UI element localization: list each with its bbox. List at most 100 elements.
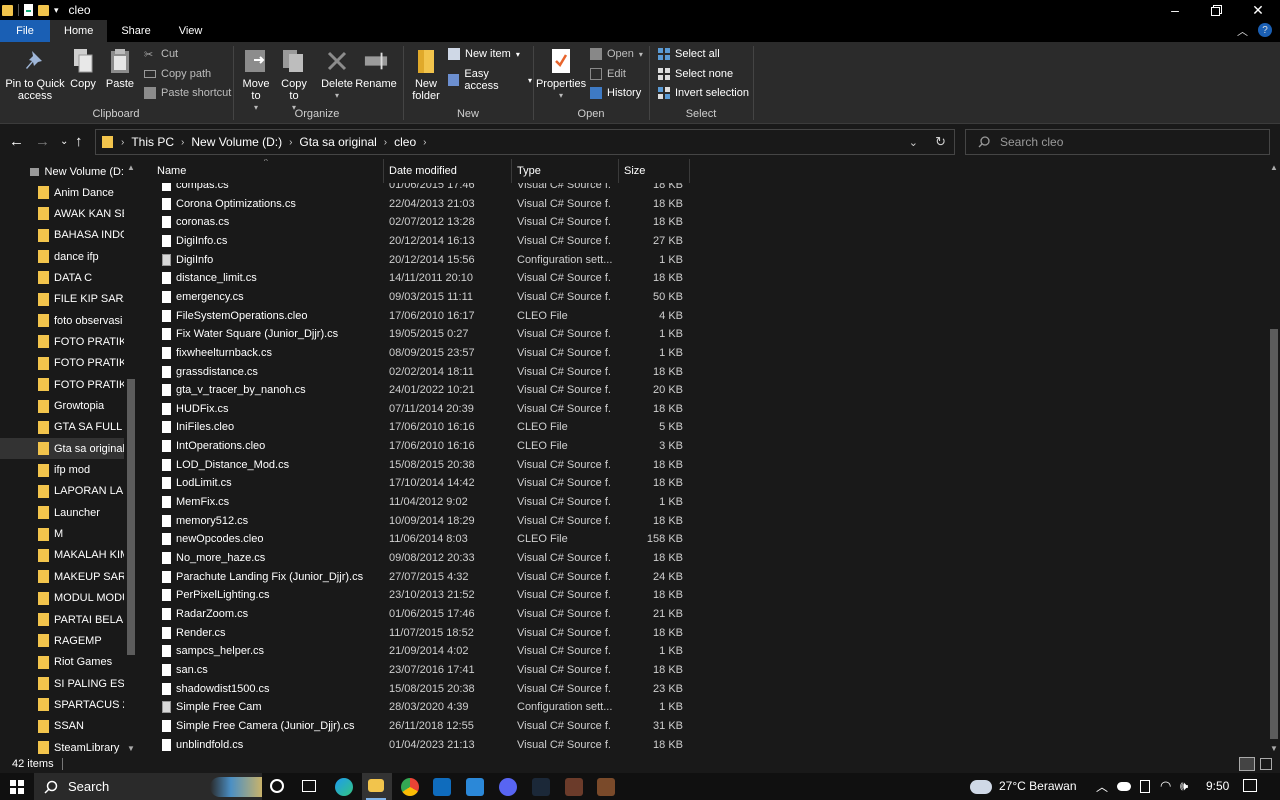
file-row[interactable]: HUDFix.cs 07/11/2014 20:39 Visual C# Sourc… <box>140 400 1260 419</box>
edge-icon[interactable] <box>335 778 353 796</box>
nav-folder-item[interactable]: Riot Games <box>0 652 124 673</box>
file-row[interactable]: Simple Free Camera (Junior_Djjr).cs 26/11… <box>140 717 1260 736</box>
file-row[interactable]: distance_limit.cs 14/11/2011 20:10 Visual … <box>140 269 1260 288</box>
file-row[interactable]: Corona Optimizations.cs 22/04/2013 21:03 V… <box>140 195 1260 214</box>
steam-icon[interactable] <box>532 778 550 796</box>
tab-file[interactable]: File <box>0 20 50 42</box>
start-icon[interactable] <box>10 780 24 794</box>
column-divider[interactable] <box>511 159 512 183</box>
file-row[interactable]: newOpcodes.cleo 11/06/2014 8:03 CLEO File 1… <box>140 530 1260 549</box>
chevron-up-icon[interactable]: ︿ <box>1096 778 1108 795</box>
notifications-icon[interactable] <box>1243 779 1257 792</box>
new-folder-button[interactable]: New folder <box>408 48 444 102</box>
file-row[interactable]: sampcs_helper.cs 21/09/2014 4:02 Visual C#… <box>140 642 1260 661</box>
file-row[interactable]: IntOperations.cleo 17/06/2010 16:16 CLEO F… <box>140 437 1260 456</box>
file-row[interactable]: Render.cs 11/07/2015 18:52 Visual C# Sourc… <box>140 624 1260 643</box>
clock[interactable]: 9:50 <box>1206 779 1229 793</box>
file-row[interactable]: DigiInfo.cs 20/12/2014 16:13 Visual C# Sou… <box>140 232 1260 251</box>
nav-folder-item[interactable]: SI PALING ESTE <box>0 673 124 694</box>
tab-home[interactable]: Home <box>50 20 108 42</box>
forward-arrow-icon[interactable]: → <box>35 133 50 150</box>
file-row[interactable]: compas.cs 01/06/2015 17:46 Visual C# Sourc… <box>140 183 1260 195</box>
help-icon[interactable]: ? <box>1258 23 1272 37</box>
nav-folder-item[interactable]: MAKALAH KIM <box>0 545 124 566</box>
file-row[interactable]: RadarZoom.cs 01/06/2015 17:46 Visual C# So… <box>140 605 1260 624</box>
file-row[interactable]: LodLimit.cs 17/10/2014 14:42 Visual C# Sou… <box>140 474 1260 493</box>
file-row[interactable]: grassdistance.cs 02/02/2014 18:11 Visual C… <box>140 363 1260 382</box>
delete-button[interactable]: Delete ▾ <box>320 48 354 102</box>
scroll-up-icon[interactable]: ▲ <box>127 163 135 172</box>
column-size[interactable]: Size <box>624 165 645 177</box>
volume-icon[interactable]: 🕪 <box>1180 778 1188 794</box>
breadcrumb-new-volume[interactable]: New Volume (D:) <box>191 135 282 149</box>
chevron-right-icon[interactable]: › <box>121 137 124 148</box>
column-date-modified[interactable]: Date modified <box>389 165 457 177</box>
breadcrumb-this-pc[interactable]: This PC <box>131 135 174 149</box>
copy-button[interactable]: Copy <box>69 48 97 90</box>
nav-folder-item[interactable]: Growtopia <box>0 396 124 417</box>
chevron-right-icon[interactable]: › <box>289 137 292 148</box>
history-button[interactable]: History <box>590 87 641 99</box>
paste-shortcut-button[interactable]: Paste shortcut <box>144 87 231 99</box>
nav-folder-item[interactable]: M <box>0 524 124 545</box>
file-row[interactable]: MemFix.cs 11/04/2012 9:02 Visual C# Source… <box>140 493 1260 512</box>
file-row[interactable]: LOD_Distance_Mod.cs 15/08/2015 20:38 Visua… <box>140 456 1260 475</box>
network-icon[interactable]: ◠ <box>1160 778 1171 794</box>
rename-button[interactable]: Rename <box>355 48 397 90</box>
nav-folder-item[interactable]: ifp mod <box>0 460 124 481</box>
file-row[interactable]: No_more_haze.cs 09/08/2012 20:33 Visual C#… <box>140 549 1260 568</box>
search-input[interactable]: Search cleo <box>965 129 1270 155</box>
nav-folder-item[interactable]: AWAK KAN SEI <box>0 203 124 224</box>
file-row[interactable]: Parachute Landing Fix (Junior_Djjr).cs 27… <box>140 568 1260 587</box>
nav-folder-item[interactable]: MODUL MODU <box>0 588 124 609</box>
battery-icon[interactable] <box>1140 780 1150 793</box>
details-view-icon[interactable] <box>1239 757 1255 771</box>
chevron-right-icon[interactable]: › <box>423 137 426 148</box>
taskbar-search-box[interactable]: Search <box>34 773 262 800</box>
new-folder-icon[interactable] <box>38 4 49 16</box>
file-row[interactable]: shadowdist1500.cs 15/08/2015 20:38 Visual … <box>140 680 1260 699</box>
breadcrumb-gta-sa-original[interactable]: Gta sa original <box>299 135 376 149</box>
file-row[interactable]: coronas.cs 02/07/2012 13:28 Visual C# Sour… <box>140 213 1260 232</box>
tab-view[interactable]: View <box>165 20 217 42</box>
file-row[interactable]: Fix Water Square (Junior_Djjr).cs 19/05/2… <box>140 325 1260 344</box>
close-button[interactable]: ✕ <box>1238 0 1278 20</box>
nav-folder-item[interactable]: PARTAI BELAKA <box>0 609 124 630</box>
address-bar[interactable]: › This PC › New Volume (D:) › Gta sa ori… <box>95 129 955 155</box>
chrome-icon[interactable] <box>401 778 419 796</box>
file-row[interactable]: Simple Free Cam 28/03/2020 4:39 Configurat… <box>140 698 1260 717</box>
nav-drive-d[interactable]: New Volume (D: <box>0 161 124 182</box>
select-none-button[interactable]: Select none <box>658 68 733 80</box>
nav-folder-item[interactable]: SSAN <box>0 716 124 737</box>
nav-folder-item[interactable]: FOTO PRATIKUI <box>0 353 124 374</box>
up-arrow-icon[interactable]: ↑ <box>75 133 83 150</box>
task-view-icon[interactable] <box>302 780 316 792</box>
column-name[interactable]: Name <box>157 165 186 177</box>
column-type[interactable]: Type <box>517 165 541 177</box>
nav-folder-item[interactable]: SPARTACUS 23 <box>0 694 124 715</box>
large-icons-view-icon[interactable] <box>1260 758 1272 770</box>
nav-folder-item[interactable]: dance ifp <box>0 246 124 267</box>
column-divider[interactable] <box>689 159 690 183</box>
copy-to-button[interactable]: Copy to ▾ <box>278 48 310 114</box>
file-row[interactable]: san.cs 23/07/2016 17:41 Visual C# Source f… <box>140 661 1260 680</box>
file-row[interactable]: DigiInfo 20/12/2014 15:56 Configuration se… <box>140 251 1260 270</box>
open-button[interactable]: Open ▾ <box>590 48 643 60</box>
chevron-right-icon[interactable]: › <box>181 137 184 148</box>
file-row[interactable]: FileSystemOperations.cleo 17/06/2010 16:1… <box>140 307 1260 326</box>
weather-text[interactable]: 27°C Berawan <box>999 779 1077 793</box>
chevron-right-icon[interactable]: › <box>384 137 387 148</box>
column-divider[interactable] <box>383 159 384 183</box>
nav-folder-item[interactable]: LAPORAN LAP <box>0 481 124 502</box>
nav-folder-item[interactable]: MAKEUP SARA <box>0 566 124 587</box>
collapse-ribbon-icon[interactable]: ︿ <box>1237 23 1248 39</box>
cortana-icon[interactable] <box>270 779 284 793</box>
weather-cloud-icon[interactable] <box>970 780 992 794</box>
edit-button[interactable]: Edit <box>590 68 626 80</box>
nav-scrollbar[interactable]: ▲ ▼ <box>124 159 138 755</box>
app-icon[interactable] <box>565 778 583 796</box>
refresh-icon[interactable]: ↻ <box>935 134 946 150</box>
properties-button[interactable]: Properties ▾ <box>536 48 586 102</box>
copy-path-button[interactable]: Copy path <box>144 68 211 80</box>
back-arrow-icon[interactable]: ← <box>9 133 24 150</box>
